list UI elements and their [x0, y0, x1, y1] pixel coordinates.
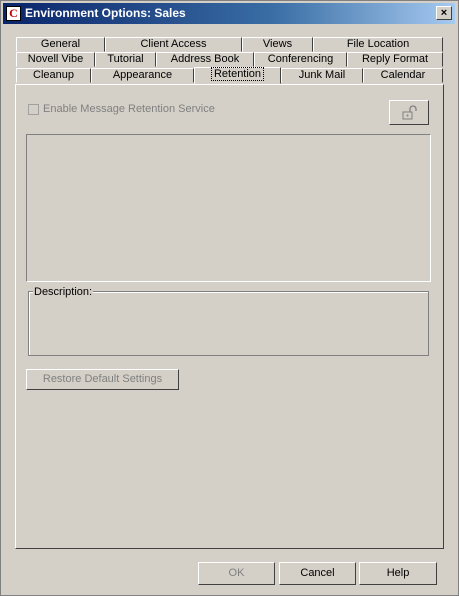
tab-retention[interactable]: Retention — [194, 67, 281, 84]
description-label: Description: — [33, 286, 94, 298]
tab-general[interactable]: General — [16, 37, 105, 52]
unlock-icon — [402, 105, 417, 120]
enable-retention-checkbox[interactable] — [28, 103, 39, 115]
tab-appearance[interactable]: Appearance — [91, 68, 194, 83]
tab-client-access[interactable]: Client Access — [105, 37, 242, 52]
app-logo-icon: C — [6, 6, 21, 21]
window-title: Environment Options: Sales — [25, 6, 186, 20]
tab-novell-vibe[interactable]: Novell Vibe — [16, 52, 95, 67]
description-box — [28, 291, 429, 356]
ok-button[interactable]: OK — [198, 562, 275, 585]
restore-defaults-button[interactable]: Restore Default Settings — [26, 369, 179, 390]
enable-retention-label: Enable Message Retention Service — [43, 103, 215, 115]
tab-junk-mail[interactable]: Junk Mail — [281, 68, 363, 83]
tab-views[interactable]: Views — [242, 37, 313, 52]
retention-list[interactable] — [26, 134, 431, 282]
tab-file-location[interactable]: File Location — [313, 37, 443, 52]
tab-address-book[interactable]: Address Book — [156, 52, 254, 67]
tab-reply-format[interactable]: Reply Format — [347, 52, 443, 67]
title-bar[interactable]: C Environment Options: Sales × — [3, 3, 455, 24]
tab-conferencing[interactable]: Conferencing — [254, 52, 347, 67]
tab-cleanup[interactable]: Cleanup — [16, 68, 91, 83]
cancel-button[interactable]: Cancel — [279, 562, 356, 585]
close-button[interactable]: × — [436, 6, 452, 20]
help-button[interactable]: Help — [359, 562, 437, 585]
lock-button[interactable] — [389, 100, 429, 125]
tab-tutorial[interactable]: Tutorial — [95, 52, 156, 67]
enable-retention-row[interactable]: Enable Message Retention Service — [28, 103, 215, 115]
tab-calendar[interactable]: Calendar — [363, 68, 443, 83]
